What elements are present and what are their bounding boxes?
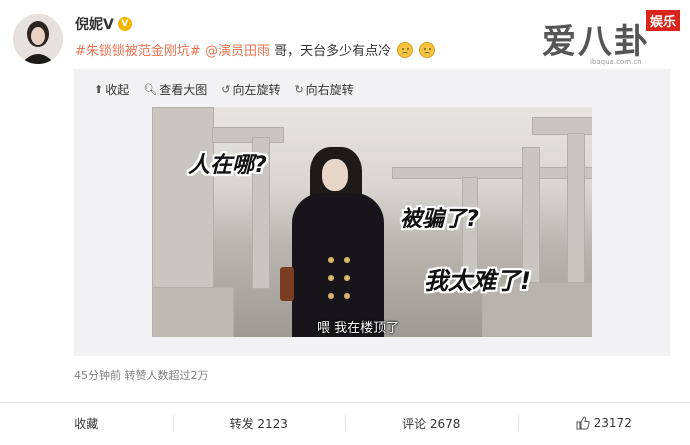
magnifier-icon: 🔍︎ [143,83,158,96]
video-subtitle: 喂 我在楼顶了 [317,321,400,336]
like-count: 23172 [593,416,632,430]
rotate-right-button[interactable]: ↻ 向右旋转 [294,81,353,98]
rotate-left-icon: ↺ [221,83,231,96]
view-large-label: 查看大图 [159,83,208,97]
woman-coat [292,193,384,337]
coat-button [328,293,334,299]
watermark-logo: 爱八卦 娱乐 ibaqua.com.cn [542,8,682,70]
coat-button [328,257,334,263]
caption-cheated: 被骗了? [400,207,479,232]
rotate-left-label: 向左旋转 [232,83,281,97]
topic-link[interactable]: #朱锁锁被范金刚坑# [75,44,201,59]
rotate-right-icon: ↻ [294,83,304,96]
coat-button [344,257,350,263]
post-text: #朱锁锁被范金刚坑# @演员田雨 哥，天台多少有点冷 [75,40,436,59]
handbag [280,267,294,301]
post-meta: 45分钟前 转赞人数超过2万 [74,369,209,382]
view-large-button[interactable]: 🔍︎ 查看大图 [143,81,207,98]
media-viewer: ⬆ 收起 🔍︎ 查看大图 ↺ 向左旋转 ↻ 向右旋转 人在哪? 被骗了? 我太难… [74,69,670,356]
media-toolbar: ⬆ 收起 🔍︎ 查看大图 ↺ 向左旋转 ↻ 向右旋转 [94,81,354,98]
mention-link[interactable]: @演员田雨 [205,44,270,59]
rotate-left-button[interactable]: ↺ 向左旋转 [221,81,280,98]
rooftop-block [152,287,234,337]
avatar[interactable] [13,14,63,64]
post-photo[interactable]: 人在哪? 被骗了? 我太难了! 喂 我在楼顶了 [152,107,592,337]
username-text[interactable]: 倪妮V [75,14,114,34]
watermark-title: 爱八卦 [542,22,650,62]
verified-badge-icon: V [117,17,132,31]
arrow-up-icon: ⬆ [94,83,104,96]
repost-label: 转发 2123 [229,416,288,431]
comment-button[interactable]: 评论 2678 [345,403,518,443]
building-structure [392,167,592,179]
watermark-url: ibaqua.com.cn [590,58,642,66]
repost-button[interactable]: 转发 2123 [172,403,346,443]
action-bar: 收藏 转发 2123 评论 2678 23172 [0,403,690,443]
favorite-button[interactable]: 收藏 [0,403,173,443]
like-button[interactable]: 23172 [517,403,690,443]
thumbs-up-icon [576,416,590,430]
coat-button [328,275,334,281]
caption-hard: 我太难了! [424,267,531,295]
building-structure [212,127,284,143]
watermark-tag: 娱乐 [645,10,680,31]
collapse-label: 收起 [105,83,130,97]
caption-where: 人在哪? [188,153,267,178]
sad-emoji-icon [419,42,436,58]
coat-button [344,275,350,281]
rotate-right-label: 向右旋转 [305,83,354,97]
coat-button [344,293,350,299]
comment-label: 评论 2678 [402,416,461,431]
post-body: 哥，天台多少有点冷 [274,44,392,59]
username[interactable]: 倪妮V V [75,14,132,34]
sad-emoji-icon [397,42,414,58]
collapse-button[interactable]: ⬆ 收起 [94,81,129,98]
favorite-label: 收藏 [74,416,99,431]
woman-face [322,159,348,191]
avatar-image [13,14,63,64]
